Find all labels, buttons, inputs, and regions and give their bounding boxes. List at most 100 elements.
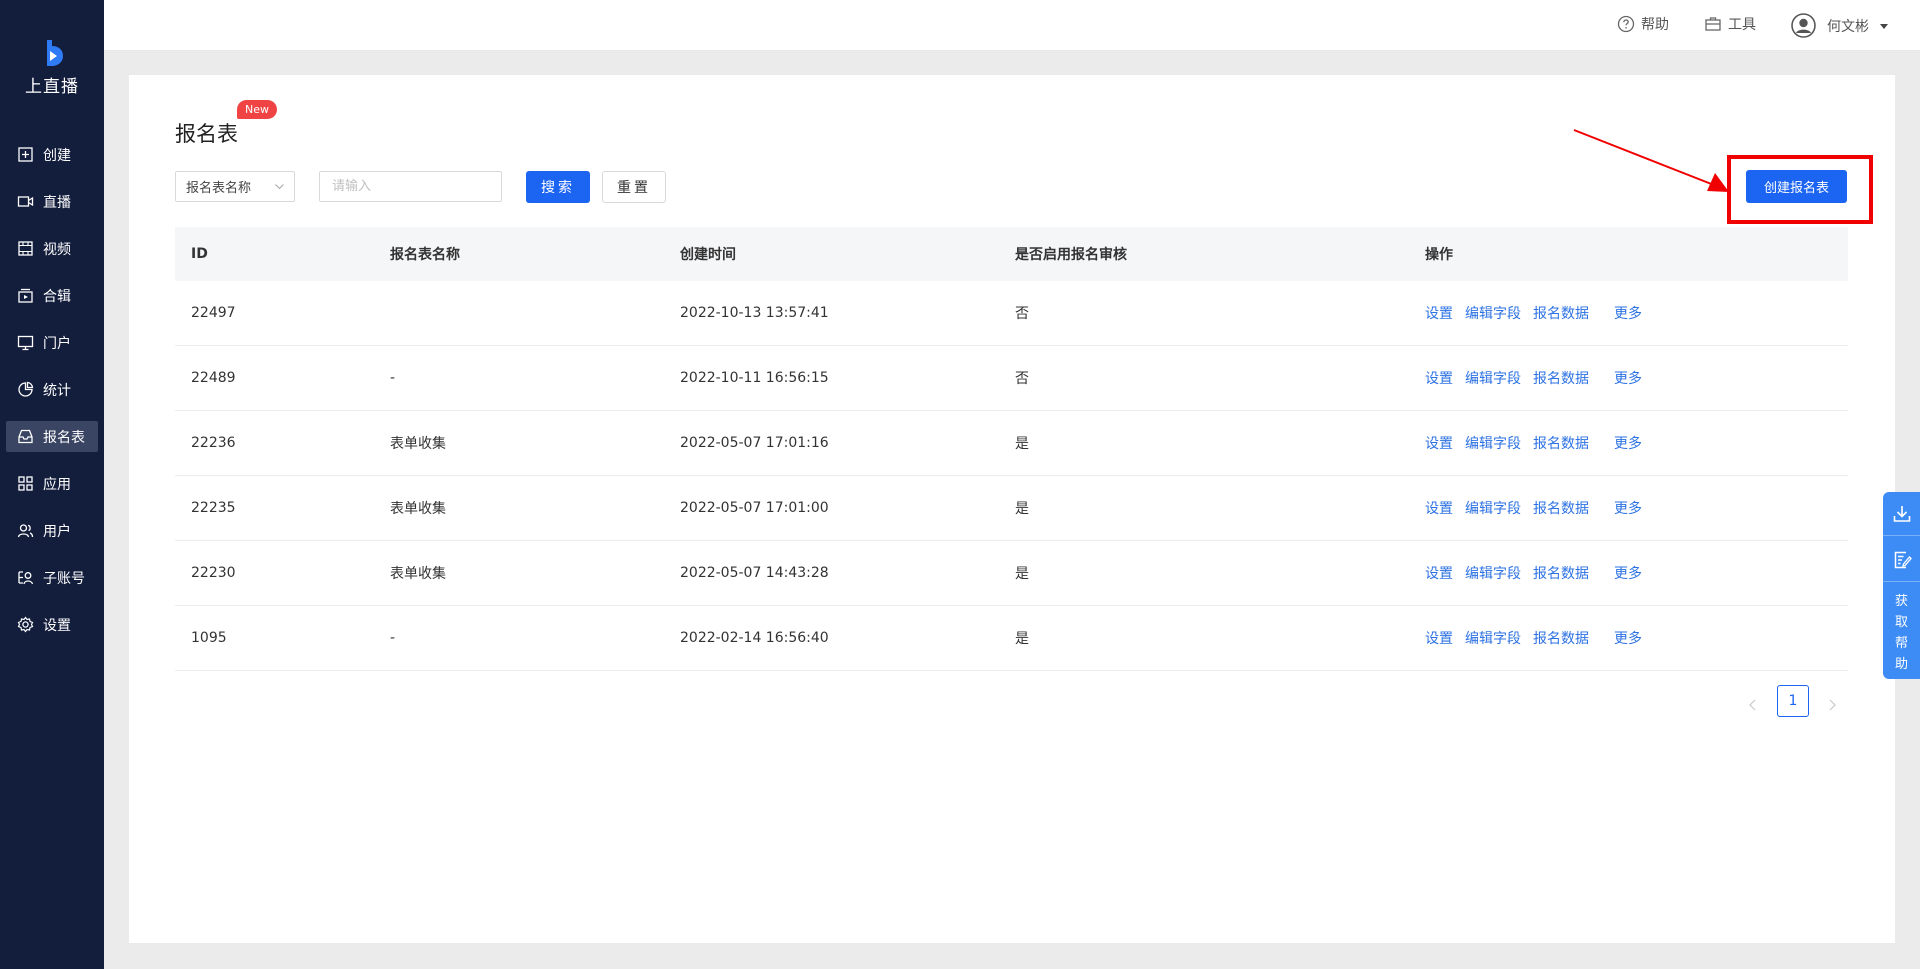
film-icon [18, 241, 33, 256]
signup-data-link[interactable]: 报名数据 [1533, 563, 1589, 583]
more-link[interactable]: 更多 [1614, 563, 1642, 583]
help-label: 帮助 [1641, 17, 1669, 33]
cell-actions: 设置 编辑字段 报名数据 更多 [1409, 433, 1848, 453]
user-menu[interactable]: 何文彬 [1791, 13, 1889, 38]
settings-link[interactable]: 设置 [1425, 368, 1453, 388]
signup-data-link[interactable]: 报名数据 [1533, 628, 1589, 648]
search-button[interactable]: 搜索 [526, 171, 590, 203]
reset-button[interactable]: 重置 [602, 171, 666, 203]
main-panel: 报名表 New 报名表名称 搜索 重置 创建报名表 ID 报名表名称 创建时间 … [129, 75, 1895, 943]
chevron-down-icon [275, 184, 284, 190]
annotation-arrow [1573, 129, 1729, 192]
field-select[interactable]: 报名表名称 [175, 171, 295, 202]
sidebar-item-2[interactable]: 视频 [6, 233, 98, 264]
table-row: 22497 2022-10-13 13:57:41 否 设置 编辑字段 报名数据 更多 [175, 281, 1848, 346]
sidebar-item-5[interactable]: 统计 [6, 374, 98, 405]
more-link[interactable]: 更多 [1614, 303, 1642, 323]
settings-link[interactable]: 设置 [1425, 303, 1453, 323]
get-help-button[interactable]: 获取帮助 [1883, 591, 1920, 675]
sidebar-item-label: 设置 [43, 617, 71, 634]
edit-fields-link[interactable]: 编辑字段 [1465, 498, 1521, 518]
sidebar-item-1[interactable]: 直播 [6, 186, 98, 217]
column-header-name: 报名表名称 [390, 247, 460, 263]
search-input[interactable] [319, 171, 502, 202]
edit-fields-link[interactable]: 编辑字段 [1465, 433, 1521, 453]
cell-review: 否 [1015, 371, 1029, 387]
page-title: 报名表 [175, 122, 238, 146]
avatar [1791, 13, 1816, 38]
sidebar-item-label: 应用 [43, 476, 71, 493]
edit-fields-link[interactable]: 编辑字段 [1465, 628, 1521, 648]
page-number-current[interactable]: 1 [1777, 685, 1809, 717]
settings-link[interactable]: 设置 [1425, 628, 1453, 648]
logo-icon [47, 40, 63, 66]
note-edit-icon[interactable] [1892, 550, 1912, 570]
more-link[interactable]: 更多 [1614, 628, 1642, 648]
toolbar-divider [1883, 581, 1920, 582]
sidebar-item-8[interactable]: 用户 [6, 515, 98, 546]
sidebar-item-label: 统计 [43, 382, 71, 399]
sidebar-item-9[interactable]: 子账号 [6, 562, 98, 593]
cell-review: 是 [1015, 566, 1029, 582]
settings-link[interactable]: 设置 [1425, 498, 1453, 518]
column-header-actions: 操作 [1425, 247, 1453, 263]
cell-actions: 设置 编辑字段 报名数据 更多 [1409, 303, 1848, 323]
settings-link[interactable]: 设置 [1425, 433, 1453, 453]
table-row: 22230 表单收集 2022-05-07 14:43:28 是 设置 编辑字段 报名数据 更… [175, 541, 1848, 606]
cell-created: 2022-05-07 17:01:16 [680, 435, 829, 451]
cell-created: 2022-05-07 14:43:28 [680, 565, 829, 581]
signup-data-link[interactable]: 报名数据 [1533, 498, 1589, 518]
app-logo[interactable]: 上直播 [0, 38, 104, 97]
signup-data-link[interactable]: 报名数据 [1533, 303, 1589, 323]
tools-menu[interactable]: 工具 [1704, 14, 1756, 34]
cell-created: 2022-10-11 16:56:15 [680, 370, 829, 386]
column-header-review: 是否启用报名审核 [1015, 247, 1127, 263]
sidebar-item-label: 子账号 [43, 570, 85, 587]
cell-review: 是 [1015, 631, 1029, 647]
create-form-button[interactable]: 创建报名表 [1746, 170, 1847, 203]
sidebar-item-3[interactable]: 合辑 [6, 280, 98, 311]
sidebar-item-0[interactable]: 创建 [6, 139, 98, 170]
sidebar-item-label: 用户 [43, 523, 71, 540]
question-circle-icon [1617, 15, 1635, 33]
download-icon[interactable] [1892, 504, 1912, 524]
more-link[interactable]: 更多 [1614, 368, 1642, 388]
sidebar-item-4[interactable]: 门户 [6, 327, 98, 358]
video-camera-icon [17, 196, 34, 207]
table-row: 22235 表单收集 2022-05-07 17:01:00 是 设置 编辑字段 报名数据 更… [175, 476, 1848, 541]
edit-fields-link[interactable]: 编辑字段 [1465, 303, 1521, 323]
signup-data-link[interactable]: 报名数据 [1533, 368, 1589, 388]
settings-link[interactable]: 设置 [1425, 563, 1453, 583]
cell-name: - [390, 630, 396, 646]
sidebar-item-label: 直播 [43, 194, 71, 211]
table-row: 22236 表单收集 2022-05-07 17:01:16 是 设置 编辑字段 报名数据 更… [175, 411, 1848, 476]
cell-review: 是 [1015, 501, 1029, 517]
help-link[interactable]: 帮助 [1617, 14, 1669, 34]
table-row: 22489 - 2022-10-11 16:56:15 否 设置 编辑字段 报名数据 更多 [175, 346, 1848, 411]
sidebar-item-label: 创建 [43, 147, 71, 164]
column-header-id: ID [191, 246, 208, 262]
table-row: 1095 - 2022-02-14 16:56:40 是 设置 编辑字段 报名数据 更多 [175, 606, 1848, 671]
edit-fields-link[interactable]: 编辑字段 [1465, 563, 1521, 583]
edit-fields-link[interactable]: 编辑字段 [1465, 368, 1521, 388]
cell-id: 22497 [191, 305, 236, 321]
signup-data-link[interactable]: 报名数据 [1533, 433, 1589, 453]
next-page-icon[interactable] [1825, 698, 1839, 712]
sidebar-item-10[interactable]: 设置 [6, 609, 98, 640]
sub-account-icon [18, 571, 34, 585]
plus-square-icon [18, 147, 33, 162]
sidebar-item-label: 门户 [43, 335, 71, 352]
cell-created: 2022-02-14 16:56:40 [680, 630, 829, 646]
sidebar-item-7[interactable]: 应用 [6, 468, 98, 499]
more-link[interactable]: 更多 [1614, 498, 1642, 518]
toolbar-divider [1883, 535, 1920, 536]
cell-actions: 设置 编辑字段 报名数据 更多 [1409, 628, 1848, 648]
sidebar-nav: 创建直播视频合辑门户统计报名表应用用户子账号设置 [6, 139, 98, 656]
gear-icon [17, 616, 34, 633]
more-link[interactable]: 更多 [1614, 433, 1642, 453]
prev-page-icon[interactable] [1746, 698, 1760, 712]
apps-icon [18, 476, 33, 491]
sidebar-item-6[interactable]: 报名表 [6, 421, 98, 452]
new-badge: New [237, 100, 277, 119]
table-body: 22497 2022-10-13 13:57:41 否设置 编辑字段 报名数据 更多 224… [175, 281, 1848, 671]
